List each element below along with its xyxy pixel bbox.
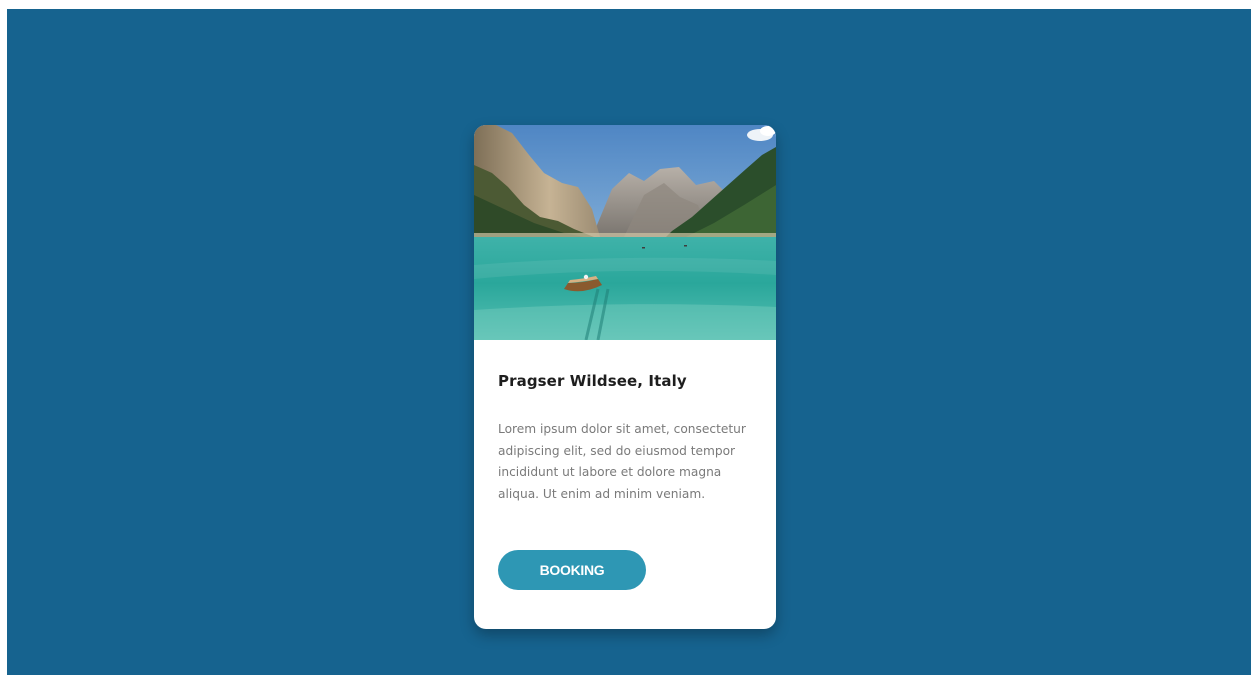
booking-button[interactable]: BOOKING — [498, 550, 646, 590]
page-background: Pragser Wildsee, Italy Lorem ipsum dolor… — [7, 9, 1251, 675]
card-description: Lorem ipsum dolor sit amet, consectetur … — [498, 422, 746, 501]
lake-photo — [474, 125, 776, 340]
destination-card: Pragser Wildsee, Italy Lorem ipsum dolor… — [474, 125, 776, 629]
card-title: Pragser Wildsee, Italy — [498, 372, 687, 390]
